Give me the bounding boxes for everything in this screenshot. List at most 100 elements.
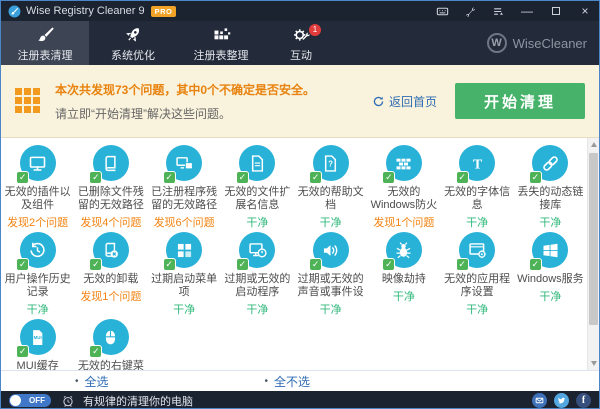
twitter-icon[interactable] (554, 393, 569, 408)
document-icon: ✓ (239, 145, 276, 182)
scrollbar[interactable] (587, 138, 599, 370)
checked-checkbox-icon[interactable]: ✓ (382, 258, 395, 271)
tab-label: 互动 (290, 47, 312, 63)
category-status: 干净 (539, 214, 561, 230)
category-status: 发现6个问题 (154, 214, 215, 230)
scrollbar-thumb[interactable] (589, 153, 598, 325)
scan-category-item[interactable]: ✓ 过期或无效的声音或事件设 干净 (294, 230, 367, 317)
monitor-icon: ✓ (19, 145, 56, 182)
email-icon[interactable] (532, 393, 547, 408)
checked-checkbox-icon[interactable]: ✓ (89, 171, 102, 184)
tab-system-tuneup[interactable]: 系统优化 (89, 21, 177, 65)
checked-checkbox-icon[interactable]: ✓ (236, 171, 249, 184)
scan-category-item[interactable]: ✓ 无效的文件扩展名信息 干净 (221, 143, 294, 230)
menu-icon[interactable] (492, 5, 505, 18)
rocket-icon (123, 24, 144, 45)
category-label: 过期或无效的声音或事件设 (297, 273, 364, 299)
checked-checkbox-icon[interactable]: ✓ (382, 171, 395, 184)
scroll-down-arrow[interactable] (591, 361, 597, 366)
brand-logo: W WiseCleaner (487, 21, 599, 65)
schedule-toggle[interactable]: OFF (9, 394, 51, 407)
scan-category-item[interactable]: ? ✓ 无效的帮助文档 干净 (294, 143, 367, 230)
history-icon: ✓ (19, 232, 56, 269)
svg-text:MUI: MUI (34, 334, 42, 339)
gear-wrench-icon (291, 24, 312, 45)
mouse-icon: ✓ (92, 319, 129, 356)
issue-grid: ✓ 无效的插件以及组件 发现2个问题 ✓ 已删除文件残留的无效路径 发现4个问题… (1, 138, 587, 370)
scan-category-item[interactable]: ✓ 映像劫持 干净 (367, 230, 440, 317)
scan-category-item[interactable]: ✓ 无效的右键菜单项 (74, 317, 147, 370)
checked-checkbox-icon[interactable]: ✓ (309, 258, 322, 271)
scan-category-item[interactable]: ✓ 无效的插件以及组件 发现2个问题 (1, 143, 74, 230)
scan-category-item[interactable]: ✓ 用户操作历史记录 干净 (1, 230, 74, 317)
settings-wrench-icon[interactable] (464, 5, 477, 18)
firewall-icon: ✓ (385, 145, 422, 182)
windows-icon: ✓ (532, 232, 569, 269)
startup-icon: ✓ (239, 232, 276, 269)
scroll-up-arrow[interactable] (591, 142, 597, 147)
schedule-hint-text: 有规律的清理你的电脑 (83, 393, 193, 409)
tab-label: 系统优化 (111, 47, 155, 63)
scan-category-item[interactable]: ✓ Windows服务 干净 (514, 230, 587, 317)
checked-checkbox-icon[interactable]: ✓ (456, 171, 469, 184)
category-status: 发现4个问题 (80, 214, 141, 230)
scan-category-item[interactable]: ✓ 过期或无效的启动程序 干净 (221, 230, 294, 317)
checked-checkbox-icon[interactable]: ✓ (309, 171, 322, 184)
category-label: 过期启动菜单项 (151, 273, 218, 299)
scan-category-item[interactable]: ✓ 无效的应用程序设置 干净 (441, 230, 514, 317)
select-none-link[interactable]: •全不选 (265, 373, 311, 390)
checked-checkbox-icon[interactable]: ✓ (163, 171, 176, 184)
category-label: MUI缓存 (17, 360, 59, 370)
scan-items-area: ✓ 无效的插件以及组件 发现2个问题 ✓ 已删除文件残留的无效路径 发现4个问题… (1, 138, 599, 370)
checked-checkbox-icon[interactable]: ✓ (16, 171, 29, 184)
select-all-link[interactable]: •全选 (75, 373, 109, 390)
checked-checkbox-icon[interactable]: ✓ (529, 258, 542, 271)
category-label: 无效的字体信息 (444, 186, 511, 212)
status-bar: OFF 有规律的清理你的电脑 f (1, 391, 599, 409)
category-label: 无效的Windows防火 (370, 186, 437, 212)
close-button[interactable]: × (578, 5, 592, 18)
feedback-icon[interactable] (436, 5, 449, 18)
scan-category-item[interactable]: T ✓ 无效的字体信息 干净 (441, 143, 514, 230)
scan-category-item[interactable]: ✓ 丢失的动态链接库 干净 (514, 143, 587, 230)
scan-category-item[interactable]: MUI ✓ MUI缓存 发现59个问题 (1, 317, 74, 370)
scan-category-item[interactable]: ✓ 已删除文件残留的无效路径 发现4个问题 (74, 143, 147, 230)
start-clean-button[interactable]: 开始清理 (455, 83, 585, 119)
scan-category-item[interactable]: ✓ 无效的卸载 发现1个问题 (74, 230, 147, 317)
category-status: 干净 (539, 288, 561, 304)
minimize-button[interactable]: — (520, 5, 534, 18)
category-label: 无效的应用程序设置 (444, 273, 511, 299)
checked-checkbox-icon[interactable]: ✓ (163, 258, 176, 271)
tab-registry-cleaner[interactable]: 注册表清理 (1, 21, 89, 65)
back-home-link[interactable]: 返回首页 (372, 93, 437, 110)
maximize-button[interactable] (549, 5, 563, 18)
checked-checkbox-icon[interactable]: ✓ (16, 345, 29, 358)
checked-checkbox-icon[interactable]: ✓ (529, 171, 542, 184)
sound-icon: ✓ (312, 232, 349, 269)
help-doc-icon: ? ✓ (312, 145, 349, 182)
tab-label: 注册表清理 (18, 47, 73, 63)
checked-checkbox-icon[interactable]: ✓ (16, 258, 29, 271)
font-icon: T ✓ (459, 145, 496, 182)
category-status: 干净 (466, 301, 488, 317)
scan-summary-line2: 请立即“开始清理”解决这些问题。 (55, 105, 315, 122)
toggle-state-label: OFF (29, 394, 45, 407)
scan-category-item[interactable]: ✓ 无效的Windows防火 发现1个问题 (367, 143, 440, 230)
checked-checkbox-icon[interactable]: ✓ (89, 258, 102, 271)
checked-checkbox-icon[interactable]: ✓ (236, 258, 249, 271)
title-bar: Wise Registry Cleaner 9 PRO — × (1, 1, 599, 21)
scan-category-item[interactable]: ✓ 过期启动菜单项 干净 (148, 230, 221, 317)
scan-category-item[interactable]: ✓ 已注册程序残留的无效路径 发现6个问题 (148, 143, 221, 230)
bullet-icon: • (265, 376, 269, 387)
mui-icon: MUI ✓ (19, 319, 56, 356)
scan-summary-line1: 本次共发现73个问题，其中0个不确定是否安全。 (55, 81, 315, 98)
checked-checkbox-icon[interactable]: ✓ (456, 258, 469, 271)
checked-checkbox-icon[interactable]: ✓ (89, 345, 102, 358)
category-label: 已注册程序残留的无效路径 (151, 186, 218, 212)
category-label: 映像劫持 (382, 273, 426, 286)
link-icon: ✓ (532, 145, 569, 182)
tab-interact[interactable]: 互动 1 (265, 21, 337, 65)
category-status: 发现1个问题 (80, 288, 141, 304)
tab-registry-defrag[interactable]: 注册表整理 (177, 21, 265, 65)
facebook-icon[interactable]: f (576, 393, 591, 408)
